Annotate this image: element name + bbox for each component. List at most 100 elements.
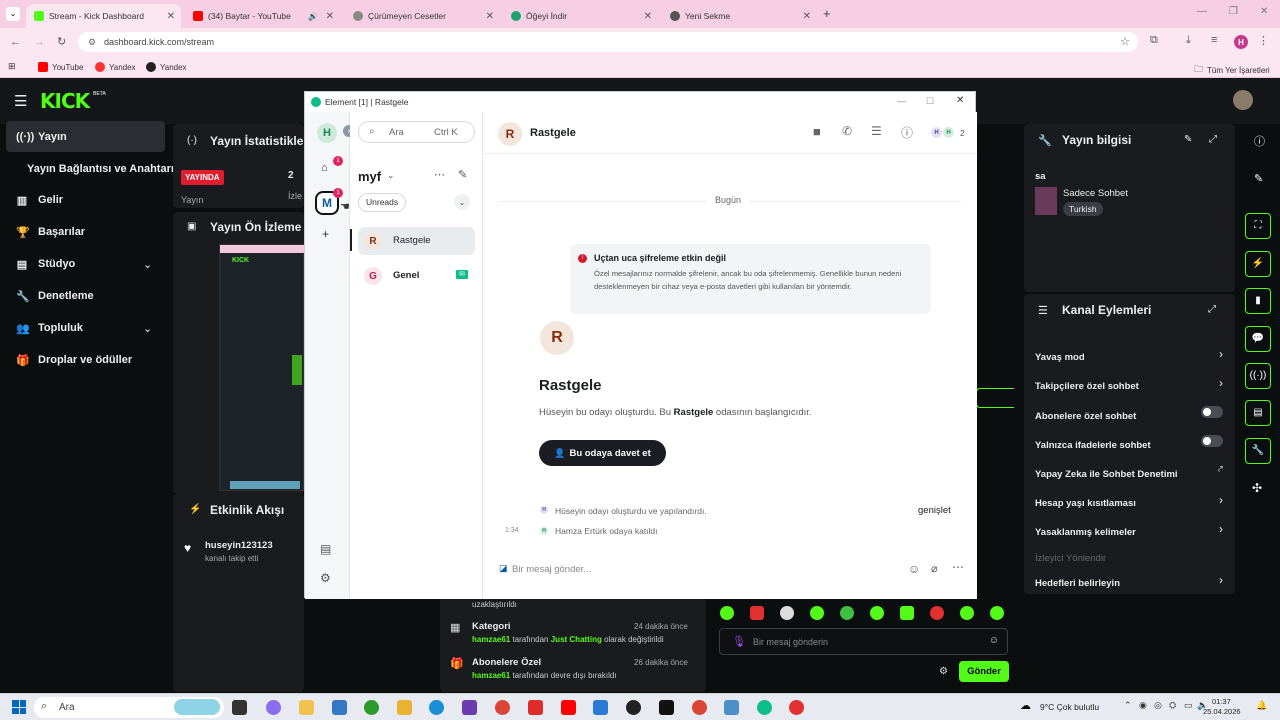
emotes-only-toggle[interactable] (1201, 435, 1223, 447)
kick-logo[interactable]: KICK (40, 89, 90, 113)
emote-icon[interactable] (930, 606, 944, 620)
phone-icon[interactable]: ✆ (842, 124, 852, 138)
action-slow-mode[interactable]: Yavaş mod › (1035, 347, 1223, 363)
chat-input[interactable]: 🎙 Bir mesaj gönderin ☺ (719, 628, 1008, 655)
action-goals[interactable]: Hedefleri belirleyin › (1035, 573, 1223, 589)
speaker-icon[interactable]: 🔊 (308, 12, 318, 21)
obs-icon[interactable] (626, 700, 641, 715)
sidebar-clip-icon[interactable]: ⛶ (1245, 213, 1271, 239)
site-info-icon[interactable]: ⚙ (88, 32, 96, 52)
emote-icon[interactable] (960, 606, 974, 620)
back-icon[interactable]: ← (10, 36, 21, 48)
folder-icon[interactable] (397, 700, 412, 715)
more-options-icon[interactable]: ⋯ (952, 560, 964, 574)
more-options-icon[interactable]: ⋯ (434, 168, 445, 181)
hamburger-icon[interactable]: ☰ (14, 92, 27, 110)
user-avatar[interactable] (1233, 90, 1253, 110)
maximize-icon[interactable]: ☐ (926, 96, 934, 107)
tab-search-icon[interactable]: ⌄ (6, 7, 20, 21)
nav-studyo[interactable]: ▤ Stüdyo (16, 258, 75, 271)
unreads-filter[interactable]: Unreads (358, 193, 407, 212)
chevron-down-icon[interactable]: ⌄ (143, 322, 152, 335)
member-avatar[interactable]: H (943, 127, 954, 138)
add-space-icon[interactable]: + (322, 227, 329, 241)
start-button-icon[interactable] (12, 700, 26, 714)
tab-kick[interactable]: Stream - Kick Dashboard ✕ (26, 4, 181, 28)
emote-icon[interactable] (810, 606, 824, 620)
reading-list-icon[interactable]: ≡ (1211, 34, 1217, 46)
app-icon[interactable] (462, 700, 477, 715)
minimize-icon[interactable]: — (897, 96, 906, 106)
app-icon[interactable] (593, 700, 608, 715)
feed-user[interactable]: hamzae61 (472, 635, 510, 644)
nav-denetleme[interactable]: 🔧 Denetleme (16, 290, 94, 303)
settings-icon[interactable]: ⚙ (320, 571, 331, 585)
close-window-icon[interactable]: ✕ (1260, 6, 1268, 17)
url-input[interactable]: ⚙ dashboard.kick.com/stream ☆ (78, 32, 1138, 52)
file-explorer-icon[interactable] (299, 700, 314, 715)
close-icon[interactable]: ✕ (326, 11, 334, 22)
video-call-icon[interactable]: ■ (813, 124, 821, 139)
emoji-icon[interactable]: ☺ (989, 635, 999, 646)
clock-time[interactable]: 01:37 (1212, 697, 1231, 706)
chevron-down-icon[interactable]: ⌄ (143, 258, 152, 271)
minimize-icon[interactable]: — (1197, 6, 1207, 17)
reload-icon[interactable]: ↻ (57, 35, 66, 48)
downloads-icon[interactable]: ⤓ (1186, 34, 1191, 47)
tray-app-icon[interactable]: ◎ (1154, 700, 1162, 711)
menu-icon[interactable]: ⋮ (1258, 34, 1269, 47)
tab-cesetler[interactable]: Çürümeyen Cesetler ✕ (345, 4, 500, 28)
room-item-rastgele[interactable]: R Rastgele (358, 227, 475, 255)
emote-icon[interactable] (750, 606, 764, 620)
sidebar-broadcast-icon[interactable]: ((·)) (1245, 363, 1271, 389)
emote-icon[interactable] (870, 606, 884, 620)
sidebar-wrench-icon[interactable]: 🔧 (1245, 438, 1271, 464)
sidebar-apps-icon[interactable]: ✣ (1252, 481, 1262, 495)
action-followers-only[interactable]: Takipçilere özel sohbet › (1035, 376, 1223, 392)
edge-icon[interactable] (429, 700, 444, 715)
chevron-down-icon[interactable]: ⌄ (454, 194, 470, 210)
emote-icon[interactable] (900, 606, 914, 620)
youtube-icon[interactable] (561, 700, 576, 715)
search-input[interactable]: ⌕ Ara Ctrl K (358, 121, 475, 143)
nav-gelir[interactable]: ▥ Gelir (16, 194, 63, 207)
copilot-icon[interactable] (266, 700, 281, 715)
message-input[interactable]: Bir mesaj gönder... (512, 564, 892, 575)
invite-button[interactable]: 👤 Bu odaya davet et (539, 440, 666, 466)
room-avatar[interactable]: R (498, 122, 522, 146)
action-account-age[interactable]: Hesap yaşı kısıtlaması › (1035, 493, 1223, 509)
close-window-icon[interactable]: ✕ (956, 95, 964, 106)
bookmark-youtube[interactable]: YouTube (38, 62, 83, 72)
maximize-icon[interactable]: ❐ (1229, 6, 1238, 17)
all-bookmarks[interactable]: 🗀 Tüm Yer İşaretleri (1194, 62, 1270, 78)
space-name[interactable]: myf (358, 169, 381, 184)
mic-icon[interactable]: 🎙 (732, 635, 746, 648)
bookmark-yandex[interactable]: Yandex (95, 62, 136, 72)
xbox-icon[interactable] (364, 700, 379, 715)
room-title[interactable]: Rastgele (530, 127, 576, 139)
notification-icon[interactable]: 🔔 (1256, 700, 1267, 711)
compose-icon[interactable]: ✎ (458, 168, 467, 181)
member-count[interactable]: 2 (960, 128, 965, 138)
extensions-icon[interactable]: ⧉ (1150, 34, 1158, 47)
home-icon[interactable]: ⌂ (321, 162, 328, 174)
info-icon[interactable]: ⓘ (1254, 133, 1265, 149)
room-item-genel[interactable]: G Genel ✉ (358, 262, 475, 290)
emote-icon[interactable] (840, 606, 854, 620)
action-banned-words[interactable]: Yasaklanmış kelimeler › (1035, 522, 1223, 538)
send-button[interactable]: Gönder (959, 661, 1009, 682)
tray-app-icon[interactable]: ⛭ (1169, 700, 1176, 711)
user-avatar[interactable]: H (317, 123, 337, 143)
app-icon[interactable] (724, 700, 739, 715)
tab-youtube[interactable]: (34) Baytar - YouTube 🔊 ✕ (185, 4, 340, 28)
subs-only-toggle[interactable] (1201, 406, 1223, 418)
activity-user[interactable]: huseyin123123 (205, 540, 273, 551)
chrome-profile-icon[interactable] (692, 700, 707, 715)
chevron-down-icon[interactable]: ⌄ (387, 170, 395, 181)
chrome-icon[interactable] (495, 700, 510, 715)
sidebar-bolt-icon[interactable]: ⚡ (1245, 251, 1271, 277)
settings-gear-icon[interactable]: ⚙ (939, 666, 948, 677)
taskbar-search[interactable]: ⌕ Ara (34, 697, 224, 718)
sidebar-chat-icon[interactable]: 💬 (1245, 326, 1271, 352)
new-tab-button[interactable]: + (823, 6, 831, 21)
